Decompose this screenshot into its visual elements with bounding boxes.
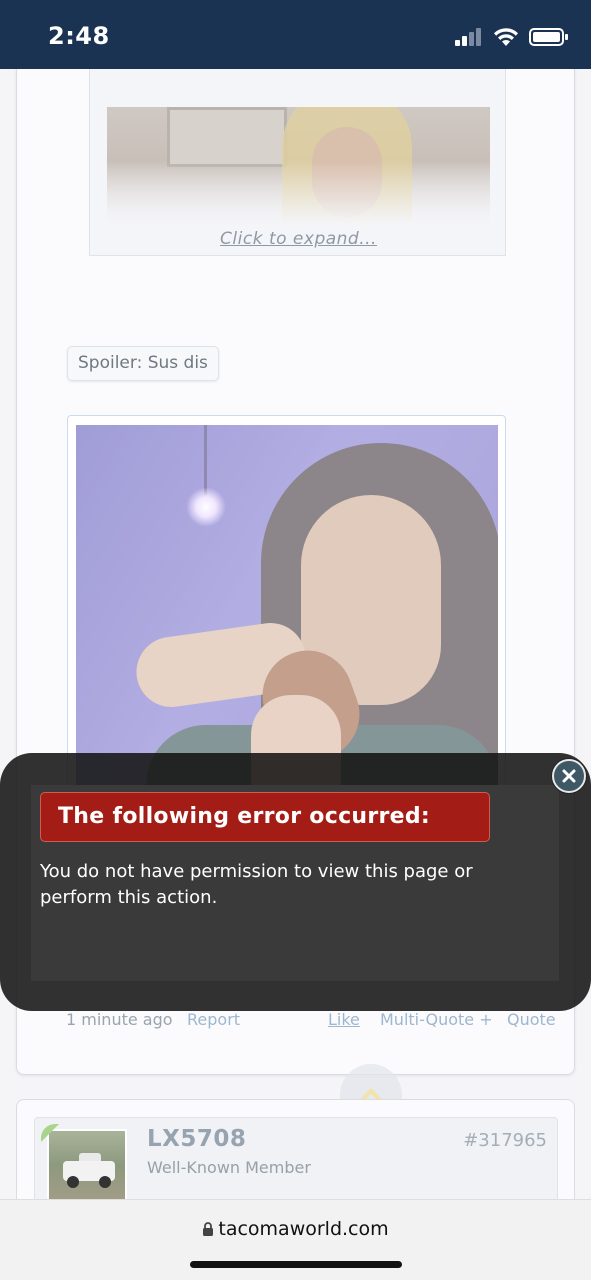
quote-link[interactable]: Quote (507, 1010, 556, 1029)
error-message: You do not have permission to view this … (40, 861, 473, 908)
click-to-expand-link[interactable]: Click to expand... (90, 229, 507, 249)
url-text: tacomaworld.com (218, 1218, 389, 1240)
browser-address-bar: tacomaworld.com (0, 1199, 591, 1280)
close-icon (562, 769, 576, 783)
quote-box: Click to expand... (89, 69, 506, 256)
post-number-link[interactable]: #317965 (463, 1130, 547, 1151)
like-link[interactable]: Like (328, 1010, 360, 1029)
status-icons (455, 24, 569, 50)
battery-icon (529, 28, 568, 46)
next-post-card: LX5708 Well-Known Member #317965 (16, 1099, 575, 1199)
status-time: 2:48 (48, 22, 110, 50)
lock-icon (203, 1222, 214, 1236)
status-bar: 2:48 (0, 0, 591, 69)
error-title: The following error occurred: (40, 792, 490, 842)
error-overlay: The following error occurred: You do not… (0, 753, 591, 1011)
wifi-icon (494, 28, 518, 46)
home-indicator (190, 1261, 402, 1268)
url-field[interactable]: tacomaworld.com (0, 1218, 591, 1240)
user-title: Well-Known Member (147, 1158, 311, 1177)
report-link[interactable]: Report (187, 1010, 240, 1029)
page-content: Click to expand... Spoiler: Sus dis 1 mi… (0, 69, 591, 1199)
username[interactable]: LX5708 (147, 1126, 246, 1152)
cellular-signal-icon (455, 28, 481, 46)
spoiler-button[interactable]: Spoiler: Sus dis (67, 346, 219, 381)
avatar[interactable] (47, 1129, 127, 1199)
user-info: LX5708 Well-Known Member #317965 (34, 1117, 558, 1199)
post-timestamp: 1 minute ago (66, 1010, 173, 1029)
close-button[interactable] (552, 759, 586, 793)
multi-quote-link[interactable]: Multi-Quote + (380, 1010, 493, 1029)
quoted-image (107, 107, 490, 225)
